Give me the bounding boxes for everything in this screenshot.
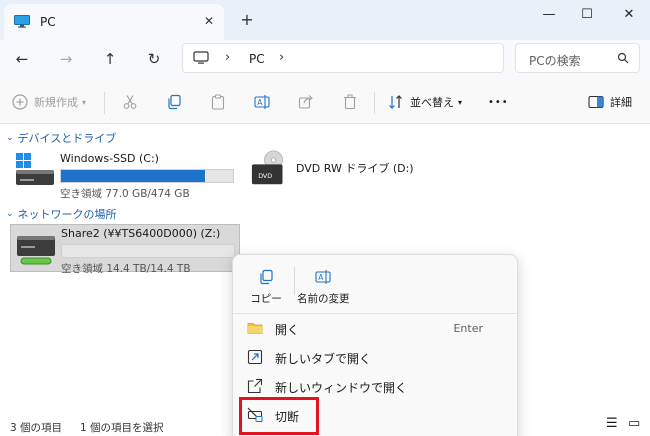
- tab-title: PC: [40, 15, 56, 29]
- drive-name: Windows-SSD (C:): [60, 152, 159, 165]
- item-count: 3 個の項目: [10, 422, 63, 434]
- command-bar: 新規作成 ▾ A 並べ替え ▾ ••• 詳細: [0, 78, 650, 124]
- chevron-down-icon: ⌄: [6, 209, 14, 219]
- details-label: 詳細: [610, 96, 632, 109]
- usage-bar-fill: [61, 170, 206, 182]
- tab-pc[interactable]: PC ✕: [4, 4, 224, 40]
- more-options-button[interactable]: •••: [488, 91, 509, 113]
- group-title: ネットワークの場所: [17, 208, 117, 221]
- menu-item-label: 新しいウィンドウで開く: [275, 381, 408, 395]
- computer-icon: [193, 51, 209, 64]
- new-window-icon: [247, 378, 263, 394]
- sort-label: 並べ替え: [410, 96, 454, 109]
- copy-button[interactable]: [166, 91, 182, 113]
- menu-divider: [233, 313, 517, 314]
- details-button[interactable]: 詳細: [588, 91, 632, 113]
- scissors-icon: [123, 95, 137, 109]
- refresh-icon[interactable]: ↻: [142, 47, 166, 71]
- dvd-label: DVD: [258, 173, 272, 180]
- drive-name: Share2 (¥¥TS6400D000) (Z:): [61, 227, 221, 240]
- details-pane-icon: [588, 95, 604, 109]
- maximize-button[interactable]: ☐: [572, 4, 602, 28]
- monitor-icon: [14, 15, 30, 28]
- copy-label: コピー: [250, 293, 282, 305]
- drive-name: DVD RW ドライブ (D:): [296, 162, 414, 175]
- share-button[interactable]: [298, 91, 314, 113]
- rename-menu-button[interactable]: A 名前の変更: [297, 263, 350, 309]
- menu-item-open[interactable]: 開く Enter: [237, 315, 513, 341]
- details-view-icon[interactable]: ☰: [606, 416, 618, 431]
- shortcut-key: Enter: [453, 322, 483, 335]
- search-box[interactable]: PCの検索: [515, 43, 640, 73]
- cut-button[interactable]: [122, 91, 138, 113]
- forward-arrow-icon[interactable]: →: [54, 47, 78, 71]
- rename-icon: A: [254, 95, 270, 109]
- search-input[interactable]: PCの検索: [529, 52, 581, 69]
- rename-icon: A: [315, 270, 331, 284]
- new-tab-button[interactable]: +: [238, 10, 256, 29]
- copy-icon: [260, 269, 273, 285]
- rename-label: 名前の変更: [297, 293, 350, 305]
- svg-text:A: A: [257, 98, 263, 107]
- back-arrow-icon[interactable]: ←: [10, 47, 34, 71]
- menu-item-label: 新しいタブで開く: [275, 352, 372, 366]
- minimize-button[interactable]: —: [534, 4, 564, 28]
- group-header-network[interactable]: ⌄ ネットワークの場所: [6, 206, 117, 222]
- drive-dvd[interactable]: DVD DVD RW ドライブ (D:): [244, 150, 424, 196]
- sort-button[interactable]: 並べ替え ▾: [388, 91, 462, 113]
- dvd-drive-icon: DVD: [251, 150, 283, 185]
- menu-item-open-new-tab[interactable]: 新しいタブで開く: [237, 344, 513, 370]
- tiles-view-icon[interactable]: ▭: [628, 416, 640, 431]
- selection-count: 1 個の項目を選択: [80, 422, 164, 434]
- menu-divider: [294, 267, 295, 295]
- drive-windows-ssd[interactable]: Windows-SSD (C:) 空き領域 77.0 GB/474 GB: [10, 150, 242, 200]
- rename-button[interactable]: A: [254, 91, 270, 113]
- chevron-down-icon: ▾: [458, 97, 463, 107]
- toolbar-divider: [374, 92, 375, 114]
- chevron-down-icon: ▾: [82, 97, 87, 107]
- breadcrumb-pc[interactable]: PC: [249, 52, 265, 66]
- add-icon: [12, 94, 28, 110]
- search-icon: [617, 52, 629, 64]
- folder-icon: [247, 323, 263, 334]
- svg-text:A: A: [318, 273, 324, 282]
- breadcrumb-chevron[interactable]: ›: [279, 50, 284, 65]
- more-icon: •••: [488, 96, 509, 108]
- group-header-devices[interactable]: ⌄ デバイスとドライブ: [6, 130, 116, 146]
- trash-icon: [344, 94, 356, 110]
- sort-icon: [389, 95, 402, 109]
- new-tab-icon: [247, 349, 263, 365]
- close-tab-icon[interactable]: ✕: [200, 12, 218, 30]
- menu-item-open-new-window[interactable]: 新しいウィンドウで開く: [237, 373, 513, 399]
- close-window-button[interactable]: ✕: [614, 4, 644, 28]
- title-bar: PC ✕ + — ☐ ✕: [0, 0, 650, 40]
- address-bar[interactable]: › PC ›: [182, 43, 504, 73]
- copy-icon: [168, 94, 181, 110]
- breadcrumb-separator: ›: [225, 50, 231, 65]
- drive-network-share[interactable]: Share2 (¥¥TS6400D000) (Z:) 空き領域 14.4 TB/…: [10, 224, 240, 275]
- share-icon: [298, 95, 313, 109]
- clipboard-icon: [211, 94, 225, 110]
- delete-button[interactable]: [342, 91, 358, 113]
- usage-bar: [60, 169, 234, 183]
- chevron-down-icon: ⌄: [6, 133, 14, 143]
- new-label: 新規作成: [34, 96, 78, 109]
- drive-free-space: 空き領域 77.0 GB/474 GB: [60, 188, 190, 200]
- navigation-bar: ← → ↑ ↻ › PC › PCの検索: [0, 40, 650, 78]
- network-drive-icon: [17, 236, 55, 265]
- toolbar-divider: [104, 92, 105, 114]
- up-arrow-icon[interactable]: ↑: [98, 47, 122, 71]
- group-title: デバイスとドライブ: [17, 132, 117, 145]
- annotation-highlight: [239, 397, 319, 435]
- new-button[interactable]: 新規作成 ▾: [12, 91, 86, 113]
- windows-drive-icon: [16, 153, 54, 185]
- usage-bar: [61, 244, 235, 258]
- menu-item-label: 開く: [275, 323, 300, 337]
- drive-free-space: 空き領域 14.4 TB/14.4 TB: [61, 263, 191, 275]
- copy-menu-button[interactable]: コピー: [241, 263, 291, 309]
- paste-button[interactable]: [210, 91, 226, 113]
